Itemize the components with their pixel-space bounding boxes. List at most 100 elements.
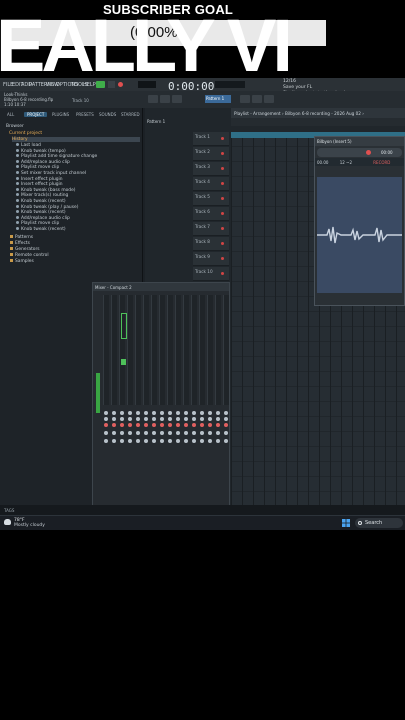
mixer-knob[interactable] xyxy=(168,439,172,443)
mixer-channel-strip[interactable] xyxy=(143,295,149,405)
mixer-channel-strip[interactable] xyxy=(207,295,213,405)
mixer-channel-strip[interactable] xyxy=(223,295,229,405)
history-item[interactable]: Playlist move clip xyxy=(16,165,59,170)
mixer-channel-strip[interactable] xyxy=(175,295,181,405)
mixer-knob[interactable] xyxy=(112,411,116,415)
mixer-knob[interactable] xyxy=(160,423,164,427)
mixer-knob[interactable] xyxy=(128,411,132,415)
history-item[interactable]: Last load xyxy=(16,143,41,148)
mixer-knob[interactable] xyxy=(120,439,124,443)
mixer-knob[interactable] xyxy=(144,431,148,435)
record-button[interactable] xyxy=(118,82,123,87)
mixer-knob[interactable] xyxy=(192,423,196,427)
mixer-channel-strip[interactable] xyxy=(119,295,125,405)
mixer-knob[interactable] xyxy=(160,431,164,435)
toolbar-button[interactable] xyxy=(148,95,158,103)
browser-tab-all[interactable]: ALL xyxy=(7,112,14,117)
track-mute-led[interactable] xyxy=(221,152,224,155)
mixer-knob[interactable] xyxy=(192,411,196,415)
history-item[interactable]: Insert effect plugin xyxy=(16,182,63,187)
mixer-knob[interactable] xyxy=(136,431,140,435)
mixer-knob[interactable] xyxy=(104,411,108,415)
mixer-channel-strip[interactable] xyxy=(199,295,205,405)
mixer-knob[interactable] xyxy=(184,417,188,421)
mixer-knob[interactable] xyxy=(104,417,108,421)
mixer-knob[interactable] xyxy=(200,439,204,443)
mixer-knob[interactable] xyxy=(184,423,188,427)
tree-history[interactable]: History xyxy=(12,137,140,142)
mixer-knob[interactable] xyxy=(184,431,188,435)
browser-tab-sounds[interactable]: SOUNDS xyxy=(99,112,116,117)
mixer-knob[interactable] xyxy=(208,417,212,421)
mixer-knob[interactable] xyxy=(152,411,156,415)
mixer-knob[interactable] xyxy=(136,423,140,427)
mixer-knob[interactable] xyxy=(160,417,164,421)
pattern-picker[interactable]: Pattern 1 xyxy=(147,119,165,124)
toolbar-button[interactable] xyxy=(240,95,250,103)
mixer-channel-strip[interactable] xyxy=(183,295,189,405)
track-mute-led[interactable] xyxy=(221,257,224,260)
toolbar-button[interactable] xyxy=(264,95,274,103)
mixer-knob[interactable] xyxy=(104,439,108,443)
mixer-knob[interactable] xyxy=(176,417,180,421)
history-item[interactable]: Knob tweak (recent) xyxy=(16,227,66,232)
track-mute-led[interactable] xyxy=(221,212,224,215)
mixer-knob[interactable] xyxy=(152,423,156,427)
history-item[interactable]: Knob tweak (play / pause) xyxy=(16,204,78,210)
mixer-knob[interactable] xyxy=(160,411,164,415)
mixer-knob[interactable] xyxy=(136,417,140,421)
mixer-channel-strip[interactable] xyxy=(135,295,141,405)
tree-current-project[interactable]: Current project xyxy=(9,131,42,136)
mixer-knob[interactable] xyxy=(176,423,180,427)
folder-item[interactable]: Generators xyxy=(10,246,40,252)
mixer-knob[interactable] xyxy=(168,431,172,435)
mixer-knob[interactable] xyxy=(136,411,140,415)
mixer-knob[interactable] xyxy=(216,417,220,421)
browser-tab-starred[interactable]: STARRED xyxy=(121,112,140,117)
pattern-selector[interactable]: Pattern 1 xyxy=(205,95,231,103)
mixer-channel-strip[interactable] xyxy=(215,295,221,405)
mixer-knob[interactable] xyxy=(152,439,156,443)
mixer-knob[interactable] xyxy=(224,431,228,435)
sampler-record-icon[interactable] xyxy=(366,150,371,155)
mixer-channel-strip[interactable] xyxy=(191,295,197,405)
folder-item[interactable]: Samples xyxy=(10,258,34,264)
history-item[interactable]: Insert effect plugin xyxy=(16,176,63,182)
windows-start-icon[interactable] xyxy=(342,519,350,527)
mixer-knob[interactable] xyxy=(128,439,132,443)
mixer-knob[interactable] xyxy=(168,423,172,427)
mixer-knob[interactable] xyxy=(216,411,220,415)
mixer-knob[interactable] xyxy=(224,423,228,427)
toolbar-button[interactable] xyxy=(160,95,170,103)
track-mute-led[interactable] xyxy=(221,197,224,200)
history-item[interactable]: Set mixer track input channel xyxy=(16,171,86,176)
mixer-knob[interactable] xyxy=(224,439,228,443)
track-mute-led[interactable] xyxy=(221,242,224,245)
mixer-knob[interactable] xyxy=(216,431,220,435)
mixer-knob[interactable] xyxy=(136,439,140,443)
mixer-knob[interactable] xyxy=(112,431,116,435)
tempo-display[interactable] xyxy=(138,81,156,88)
mixer-channel-strip[interactable] xyxy=(167,295,173,405)
stop-button[interactable] xyxy=(108,81,115,88)
mixer-channel-strip[interactable] xyxy=(151,295,157,405)
mixer-knob[interactable] xyxy=(208,411,212,415)
mixer-knob[interactable] xyxy=(112,439,116,443)
mixer-knob[interactable] xyxy=(160,439,164,443)
waveform-display[interactable] xyxy=(317,177,402,293)
mixer-knob[interactable] xyxy=(152,431,156,435)
mixer-channel-strip[interactable] xyxy=(127,295,133,405)
mixer-knob[interactable] xyxy=(216,439,220,443)
mixer-knob[interactable] xyxy=(176,431,180,435)
browser-tab-project[interactable]: PROJECT xyxy=(24,112,48,117)
history-item[interactable]: Knob tweak (tempo) xyxy=(16,148,66,154)
selected-fader[interactable] xyxy=(121,313,127,339)
mixer-knob[interactable] xyxy=(200,423,204,427)
history-item[interactable]: Playlist move clip xyxy=(16,221,59,226)
toolbar-button[interactable] xyxy=(172,95,182,103)
weather-description[interactable]: Mostly cloudy xyxy=(14,523,45,528)
mixer-knob[interactable] xyxy=(144,423,148,427)
mixer-channel-strip[interactable] xyxy=(103,295,109,405)
mixer-knob[interactable] xyxy=(128,431,132,435)
menu-help[interactable]: HELP xyxy=(83,82,96,88)
